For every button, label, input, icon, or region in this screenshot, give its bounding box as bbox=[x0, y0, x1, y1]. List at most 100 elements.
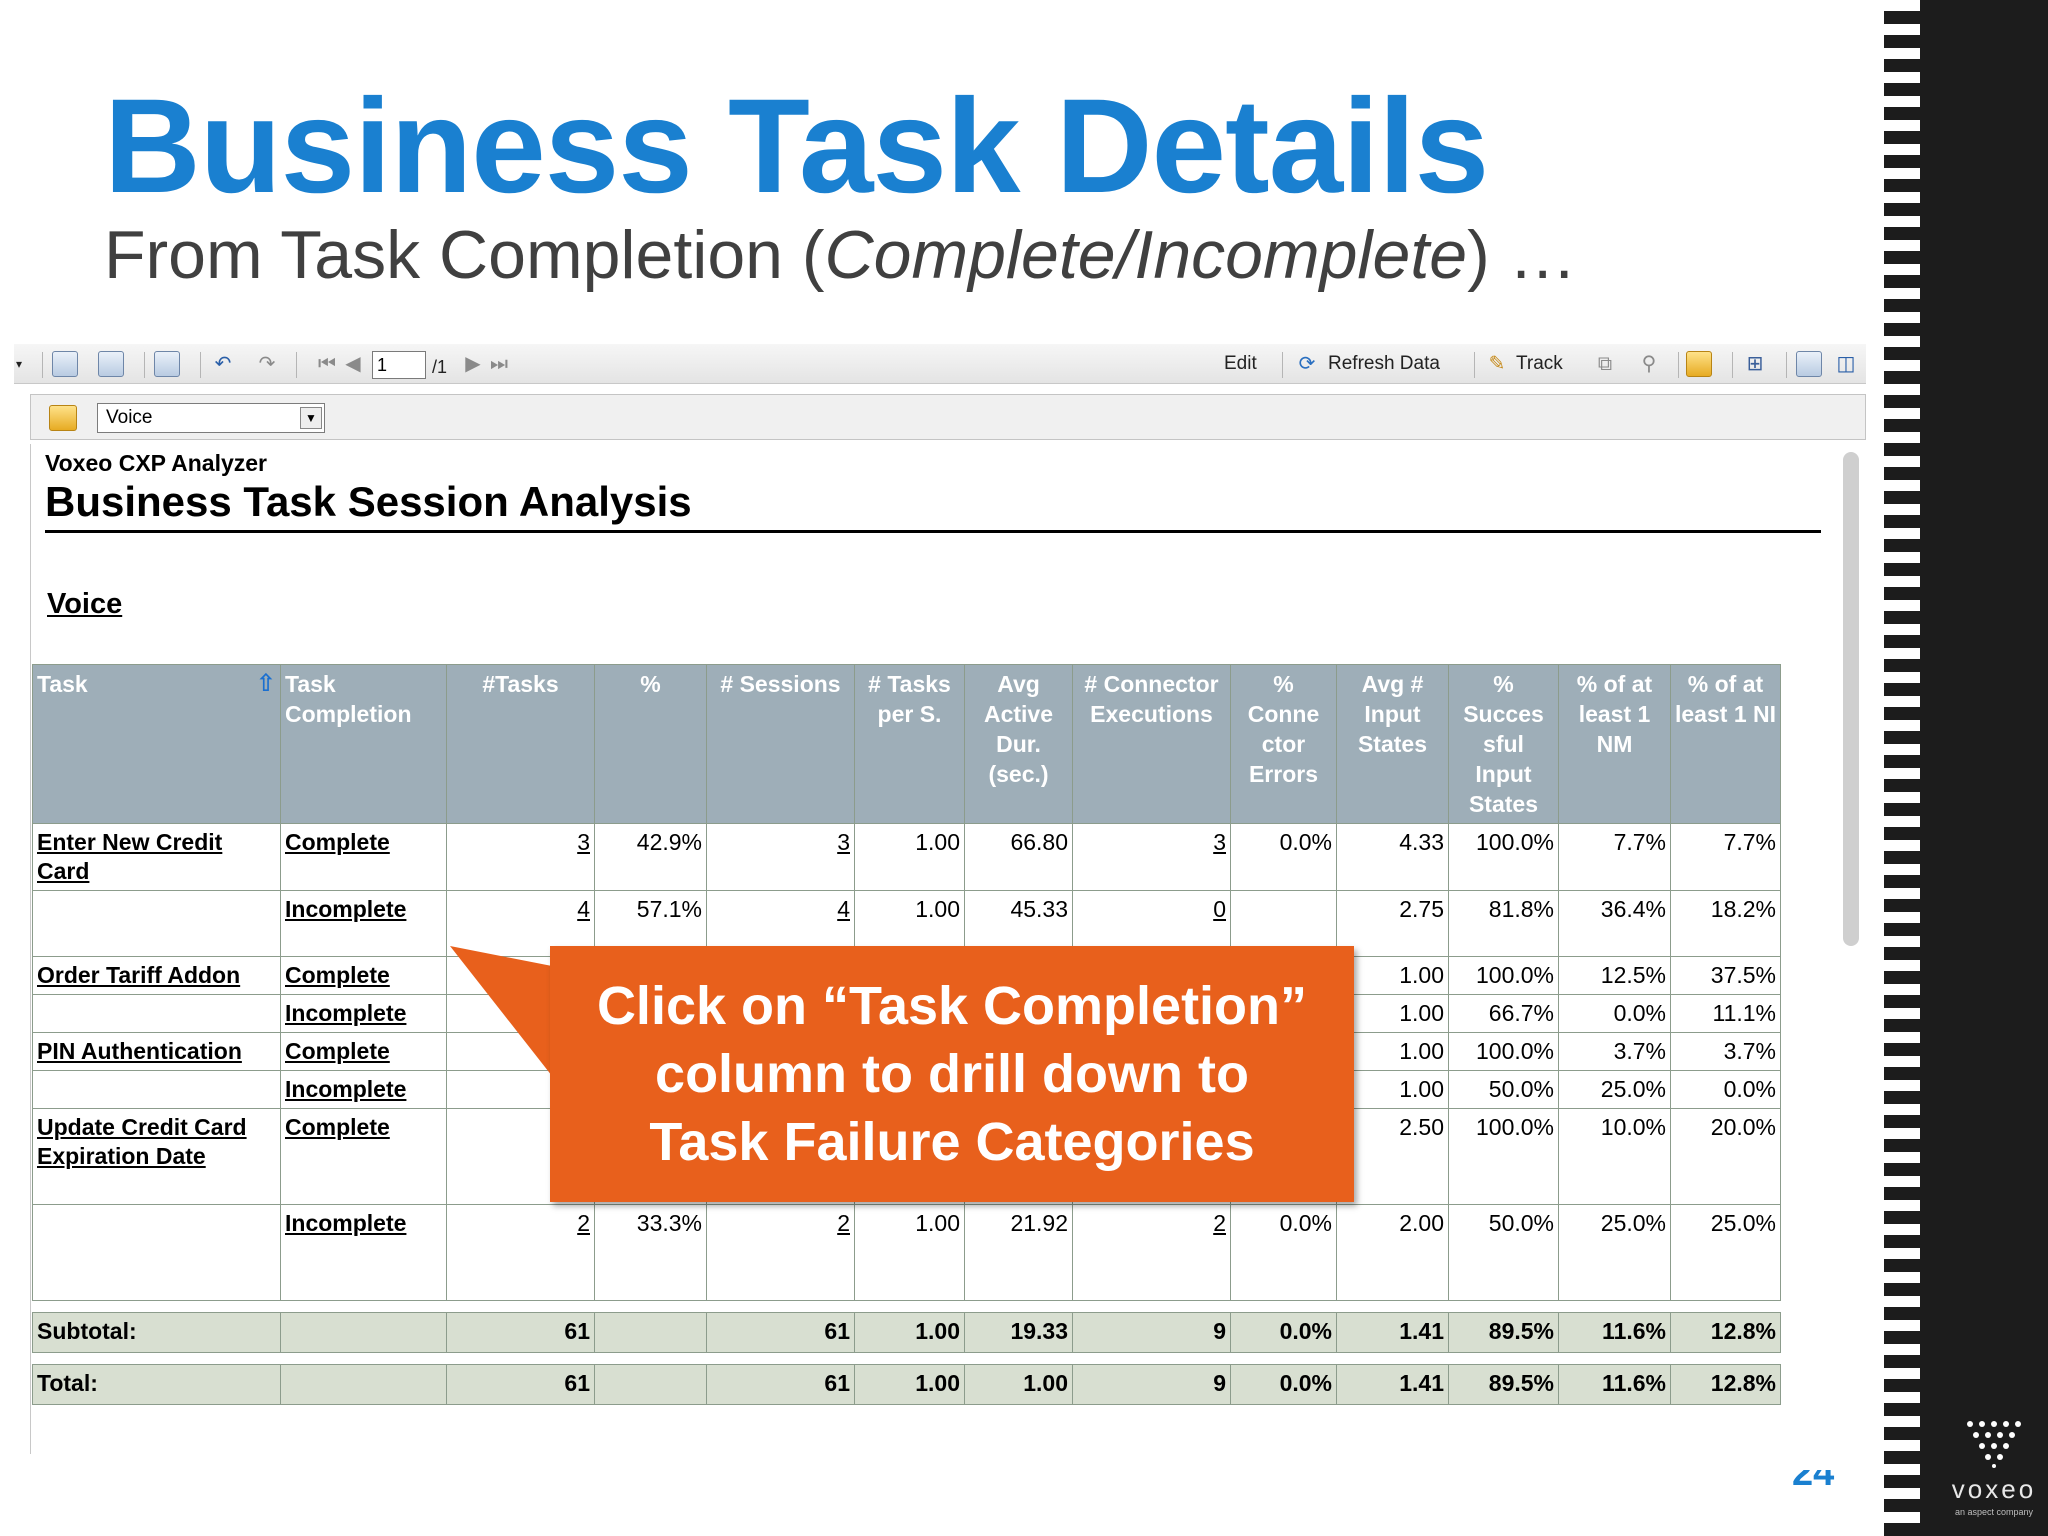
table-cell: 61 bbox=[706, 1312, 855, 1353]
task-completion-link[interactable]: Incomplete bbox=[280, 890, 447, 957]
refresh-data-button[interactable]: ⟳ Refresh Data bbox=[1294, 350, 1440, 378]
task-completion-link[interactable]: Complete bbox=[280, 1108, 447, 1205]
last-page-button[interactable]: ⏭ bbox=[490, 350, 508, 378]
table-cell[interactable]: 3 bbox=[1072, 823, 1231, 891]
column-header-connector-executions: # Connector Executions bbox=[1072, 664, 1231, 824]
callout-line-2: column to drill down to bbox=[655, 1044, 1249, 1104]
total-row-label: Total: bbox=[32, 1364, 281, 1405]
find-button[interactable] bbox=[154, 350, 180, 378]
outline-button[interactable]: ⊞ bbox=[1742, 350, 1768, 378]
track-button[interactable]: ✎ Track bbox=[1484, 350, 1563, 378]
search-icon bbox=[1796, 351, 1822, 377]
table-cell: 1.00 bbox=[854, 1204, 965, 1301]
row-spacer bbox=[32, 1352, 1781, 1365]
task-name-cell[interactable]: Order Tariff Addon bbox=[32, 956, 281, 995]
sort-up-icon[interactable]: ⇧ bbox=[256, 669, 276, 699]
parameter-selected: Voice bbox=[106, 407, 153, 428]
table-cell: 7.7% bbox=[1670, 823, 1781, 891]
page-number-input[interactable]: 1 bbox=[372, 351, 426, 379]
chevron-down-icon[interactable]: ▼ bbox=[300, 407, 322, 429]
last-page-icon: ⏭ bbox=[490, 353, 508, 375]
subtotal-row-label: Subtotal: bbox=[32, 1312, 281, 1353]
row-spacer bbox=[32, 1300, 1781, 1313]
task-name-cell[interactable]: Update Credit Card Expiration Date bbox=[32, 1108, 281, 1205]
prompt-toggle-button[interactable] bbox=[1686, 350, 1712, 378]
task-name-cell[interactable]: Enter New Credit Card bbox=[32, 823, 281, 891]
voxeo-mark-icon bbox=[1967, 1421, 2021, 1468]
task-name-cell bbox=[32, 1070, 281, 1109]
table-cell: 50.0% bbox=[1448, 1070, 1559, 1109]
brand-name: voxeo bbox=[1951, 1474, 2037, 1504]
column-header-tasks: #Tasks bbox=[446, 664, 595, 824]
column-header-avg-active-duration: Avg Active Dur. (sec.) bbox=[964, 664, 1073, 824]
table-cell: 37.5% bbox=[1670, 956, 1781, 995]
table-cell: 33.3% bbox=[594, 1204, 707, 1301]
prompt-icon bbox=[1686, 351, 1712, 377]
save-icon bbox=[52, 351, 78, 377]
spacer-cell bbox=[32, 1300, 1781, 1313]
table-cell[interactable]: 2 bbox=[1072, 1204, 1231, 1301]
column-header-least-1-nm: % of at least 1 NM bbox=[1558, 664, 1671, 824]
drill-button[interactable]: ⧉ bbox=[1592, 350, 1618, 378]
table-cell: 25.0% bbox=[1670, 1204, 1781, 1301]
task-completion-link[interactable]: Incomplete bbox=[280, 1204, 447, 1301]
view-button[interactable]: ◫ bbox=[1834, 350, 1858, 378]
filter-button[interactable]: ⚲ bbox=[1636, 350, 1662, 378]
toolbar-menu-arrow[interactable]: ▾ bbox=[16, 350, 22, 378]
table-cell: 12.5% bbox=[1558, 956, 1671, 995]
next-page-icon: ▶ bbox=[465, 353, 481, 375]
save-button[interactable] bbox=[52, 350, 78, 378]
task-completion-link[interactable]: Incomplete bbox=[280, 994, 447, 1033]
table-cell[interactable]: 3 bbox=[706, 823, 855, 891]
drill-icon: ⧉ bbox=[1597, 353, 1613, 375]
table-cell: 0.0% bbox=[1230, 823, 1337, 891]
viewer-toolbar: ▾ ↶ ↷ ⏮ ◀ 1 /1 ▶ ⏭ Edit ⟳ Refresh Data ✎… bbox=[14, 344, 1866, 384]
section-heading[interactable]: Voice bbox=[47, 588, 122, 621]
column-header-task[interactable]: Task ⇧ bbox=[32, 664, 281, 824]
search-button[interactable] bbox=[1796, 350, 1822, 378]
task-name-cell[interactable]: PIN Authentication bbox=[32, 1032, 281, 1071]
track-label: Track bbox=[1516, 353, 1563, 374]
task-name-cell bbox=[32, 890, 281, 957]
refresh-icon: ⟳ bbox=[1298, 353, 1316, 375]
table-row: Enter New Credit Card Complete 3 42.9% 3 1.00… bbox=[32, 823, 1781, 891]
table-header-row: Task ⇧ Task Completion #Tasks % # Sessio… bbox=[32, 664, 1781, 824]
redo-button[interactable]: ↷ bbox=[254, 350, 280, 378]
prev-page-button[interactable]: ◀ bbox=[344, 350, 362, 378]
table-cell: 19.33 bbox=[964, 1312, 1073, 1353]
redo-icon: ↷ bbox=[258, 353, 276, 375]
film-perforations bbox=[1884, 0, 1920, 1536]
table-row: Incomplete 2 33.3% 2 1.00 21.92 2 0.0% 2.00 50.0%… bbox=[32, 1204, 1781, 1301]
toolbar-separator bbox=[1732, 352, 1733, 378]
toolbar-separator bbox=[296, 352, 297, 378]
undo-button[interactable]: ↶ bbox=[210, 350, 236, 378]
table-cell: 0.0% bbox=[1230, 1364, 1337, 1405]
track-icon: ✎ bbox=[1488, 353, 1506, 375]
parameter-select[interactable]: Voice ▼ bbox=[97, 403, 325, 433]
table-cell[interactable]: 2 bbox=[706, 1204, 855, 1301]
view-icon: ◫ bbox=[1836, 353, 1856, 375]
toolbar-separator bbox=[200, 352, 201, 378]
table-cell: 1.00 bbox=[854, 1312, 965, 1353]
vertical-scrollbar[interactable] bbox=[1843, 452, 1859, 946]
column-header-task-completion[interactable]: Task Completion bbox=[280, 664, 447, 824]
task-name-cell bbox=[32, 1204, 281, 1301]
table-cell: 1.00 bbox=[854, 1364, 965, 1405]
prompt-icon[interactable] bbox=[49, 405, 77, 431]
table-cell: 36.4% bbox=[1558, 890, 1671, 957]
undo-icon: ↶ bbox=[214, 353, 232, 375]
task-completion-link[interactable]: Complete bbox=[280, 1032, 447, 1071]
task-completion-link[interactable]: Incomplete bbox=[280, 1070, 447, 1109]
edit-button[interactable]: Edit bbox=[1224, 350, 1257, 378]
task-completion-link[interactable]: Complete bbox=[280, 823, 447, 891]
table-cell: 1.41 bbox=[1336, 1364, 1449, 1405]
first-page-button[interactable]: ⏮ bbox=[318, 350, 336, 378]
table-cell: 0.0% bbox=[1230, 1312, 1337, 1353]
table-cell[interactable]: 2 bbox=[446, 1204, 595, 1301]
task-completion-link[interactable]: Complete bbox=[280, 956, 447, 995]
next-page-button[interactable]: ▶ bbox=[464, 350, 482, 378]
first-page-icon: ⏮ bbox=[318, 353, 336, 375]
table-cell[interactable]: 3 bbox=[446, 823, 595, 891]
print-button[interactable] bbox=[98, 350, 124, 378]
column-header-avg-input-states: Avg # Input States bbox=[1336, 664, 1449, 824]
